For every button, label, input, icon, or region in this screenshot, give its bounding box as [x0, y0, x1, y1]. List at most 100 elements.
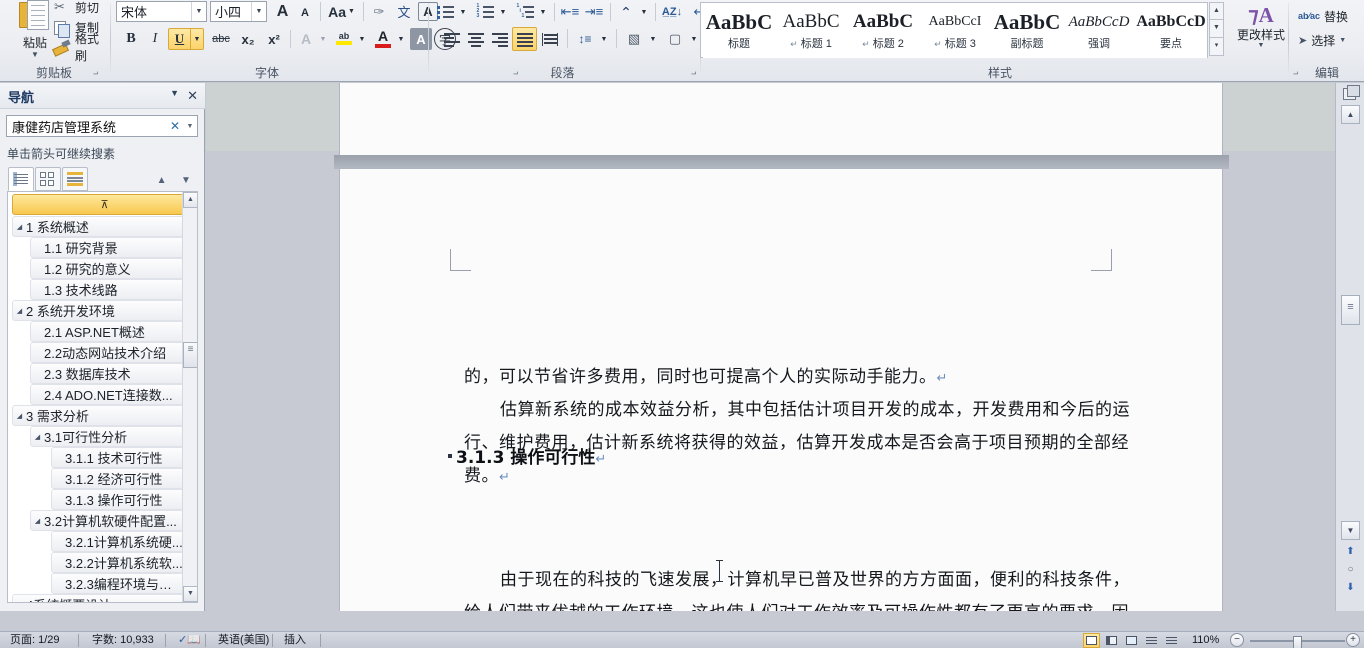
clear-formatting-button[interactable]: ✑ — [368, 2, 390, 21]
font-color-dropdown[interactable]: ▼ — [395, 30, 407, 48]
tree-node[interactable]: ◢ 2 系统开发环境 — [12, 300, 184, 321]
tree-node[interactable]: 3.2.1计算机系统硬... — [51, 531, 184, 552]
style-item-6[interactable]: AaBbCcD 要点 — [1135, 6, 1207, 58]
numbering-button[interactable]: 1 2 3 — [474, 2, 496, 22]
sort-az-button[interactable]: A̲Z̲↓ — [660, 2, 684, 22]
navigation-heading-tree[interactable]: ⊼ ◢ 1 系统概述 1.1 研究背景 1.2 研究的意义 1.3 技术线路 ◢ 2 系统开发… — [7, 191, 198, 603]
status-language[interactable]: 英语(美国) — [212, 632, 275, 648]
tree-node[interactable]: 1.3 技术线路 — [30, 279, 184, 300]
grow-font-button[interactable]: A — [272, 1, 293, 22]
font-size-combo[interactable]: 小四 ▼ — [210, 1, 267, 22]
search-options-chevron-icon[interactable]: ▼ — [183, 123, 197, 130]
tree-scrollbar[interactable]: ▲ ▼ — [182, 192, 197, 602]
tree-node[interactable]: 3.1.1 技术可行性 — [51, 447, 184, 468]
document-page-current[interactable]: 的，可以节省许多费用，同时也可提高个人的实际动手能力。↵ 估算新系统的成本效益分析… — [340, 169, 1222, 611]
select-button[interactable]: ➤ 选择 ▼ — [1294, 29, 1350, 51]
increase-indent-button[interactable]: ⇥≡ — [583, 2, 605, 22]
numbering-dropdown[interactable]: ▼ — [497, 4, 509, 20]
change-styles-button[interactable]: ⁊A 更改样式 ▼ — [1230, 1, 1292, 59]
view-web-layout-button[interactable] — [1123, 633, 1140, 648]
scroll-thumb[interactable] — [1341, 295, 1360, 325]
distribute-button[interactable] — [538, 28, 561, 50]
collapse-twisty-icon[interactable]: ◢ — [13, 601, 26, 603]
zoom-slider-handle[interactable] — [1293, 636, 1302, 648]
align-right-button[interactable] — [488, 28, 511, 50]
style-item-3[interactable]: AaBbCcI ↵ 标题 3 — [919, 6, 991, 58]
style-item-2[interactable]: AaBbC ↵ 标题 2 — [847, 6, 919, 58]
tree-node[interactable]: ◢4系统概要设计 — [12, 594, 184, 603]
style-item-5[interactable]: AaBbCcD 强调 — [1063, 6, 1135, 58]
justify-button[interactable] — [512, 27, 537, 51]
chevron-down-icon[interactable]: ▼ — [251, 2, 266, 21]
sidebar-item-browse-headings[interactable] — [8, 167, 34, 191]
zoom-in-button[interactable]: + — [1346, 633, 1360, 647]
text-effects-button[interactable]: A — [295, 28, 317, 50]
tree-node[interactable]: 2.1 ASP.NET概述 — [30, 321, 184, 342]
tree-node[interactable]: ◢ 3.1可行性分析 — [30, 426, 184, 447]
navigation-search-box[interactable]: 康健药店管理系统 ✕ ▼ — [6, 115, 198, 137]
vertical-scrollbar[interactable]: ▲ ▼ ⬆ ○ ⬇ — [1335, 83, 1364, 611]
tree-node[interactable]: ◢ 3.2计算机软硬件配置... — [30, 510, 184, 531]
view-draft-button[interactable] — [1163, 633, 1180, 648]
highlight-dropdown[interactable]: ▼ — [356, 30, 368, 48]
shrink-font-button[interactable]: A — [295, 4, 315, 22]
style-item-4[interactable]: AaBbC 副标题 — [991, 6, 1063, 58]
collapse-twisty-icon[interactable]: ◢ — [31, 517, 44, 525]
chevron-down-icon[interactable]: ▼ — [1339, 37, 1346, 44]
highlight-color-button[interactable]: ab — [332, 26, 356, 50]
collapse-twisty-icon[interactable]: ◢ — [31, 433, 44, 441]
tree-node[interactable]: ◢ 1 系统概述 — [12, 216, 184, 237]
document-paragraph-line[interactable]: 的，可以节省许多费用，同时也可提高个人的实际动手能力。↵ — [464, 362, 948, 387]
scroll-up-button[interactable]: ▲ — [1341, 105, 1360, 124]
tree-node[interactable]: ◢ 3 需求分析 — [12, 405, 184, 426]
gallery-scroll-down[interactable]: ▼ — [1209, 20, 1224, 38]
split-window-icon[interactable] — [1342, 85, 1360, 101]
decrease-indent-button[interactable]: ⇤≡ — [559, 2, 581, 22]
tree-scroll-thumb[interactable] — [183, 342, 197, 368]
sidebar-item-browse-results[interactable] — [62, 167, 88, 191]
document-paragraph-line[interactable]: 估算新系统的成本效益分析，其中包括估计项目开发的成本，开发费用和今后的运 — [500, 395, 1130, 420]
sidebar-item-browse-pages[interactable] — [35, 167, 61, 191]
multilevel-list-dropdown[interactable]: ▼ — [537, 4, 549, 20]
tree-node-current[interactable]: ⊼ — [12, 194, 184, 215]
shading-dropdown[interactable]: ▼ — [647, 30, 659, 48]
underline-button[interactable]: U — [168, 28, 190, 50]
bullets-dropdown[interactable]: ▼ — [457, 4, 469, 20]
tree-node[interactable]: 3.1.2 经济可行性 — [51, 468, 184, 489]
bold-button[interactable]: B — [120, 28, 142, 50]
tree-node[interactable]: 1.1 研究背景 — [30, 237, 184, 258]
document-paragraph-line[interactable]: 由于现在的科技的飞速发展，计算机早已普及世界的方方面面，便利的科技条件， — [500, 565, 1130, 590]
format-painter-button[interactable]: 格式刷 — [50, 32, 108, 63]
shading-button[interactable]: ▧ — [622, 28, 646, 50]
borders-dropdown[interactable]: ▼ — [688, 30, 700, 48]
change-case-button[interactable]: Aa ▼ — [325, 2, 358, 21]
status-zoom-level[interactable]: 110% — [1186, 632, 1225, 648]
clipboard-dialog-launcher[interactable] — [90, 68, 102, 80]
view-print-layout-button[interactable] — [1083, 633, 1100, 648]
select-browse-object-button[interactable]: ○ — [1341, 561, 1360, 578]
view-full-screen-reading-button[interactable] — [1103, 633, 1120, 648]
previous-page-button[interactable]: ⬆ — [1341, 543, 1360, 560]
italic-button[interactable]: I — [144, 28, 166, 50]
subscript-button[interactable]: x₂ — [236, 28, 260, 50]
next-page-button[interactable]: ⬇ — [1341, 579, 1360, 596]
borders-button[interactable]: ▢ — [663, 28, 687, 50]
line-spacing-dropdown[interactable]: ▼ — [598, 30, 610, 48]
sort-dropdown[interactable]: ▼ — [638, 4, 650, 20]
view-outline-button[interactable] — [1143, 633, 1160, 648]
navigation-dropdown-icon[interactable]: ▼ — [170, 88, 179, 98]
document-canvas[interactable]: 的，可以节省许多费用，同时也可提高个人的实际动手能力。↵ 估算新系统的成本效益分析… — [206, 83, 1335, 611]
sort-button[interactable]: ⌃ — [615, 2, 637, 22]
style-item-1[interactable]: AaBbC ↵ 标题 1 — [775, 6, 847, 58]
bullets-button[interactable] — [434, 2, 456, 22]
zoom-slider[interactable] — [1250, 636, 1345, 648]
text-effects-dropdown[interactable]: ▼ — [317, 30, 329, 48]
underline-dropdown[interactable]: ▼ — [190, 28, 204, 50]
gallery-more[interactable]: ▾ — [1209, 38, 1224, 56]
clear-search-icon[interactable]: ✕ — [167, 119, 183, 133]
align-left-button[interactable] — [440, 28, 463, 50]
paragraph-dialog-launcher[interactable] — [688, 68, 700, 80]
tree-node[interactable]: 2.2动态网站技术介绍 — [30, 342, 184, 363]
chevron-down-icon[interactable]: ▼ — [348, 8, 355, 15]
tree-scroll-down[interactable]: ▼ — [183, 586, 197, 602]
